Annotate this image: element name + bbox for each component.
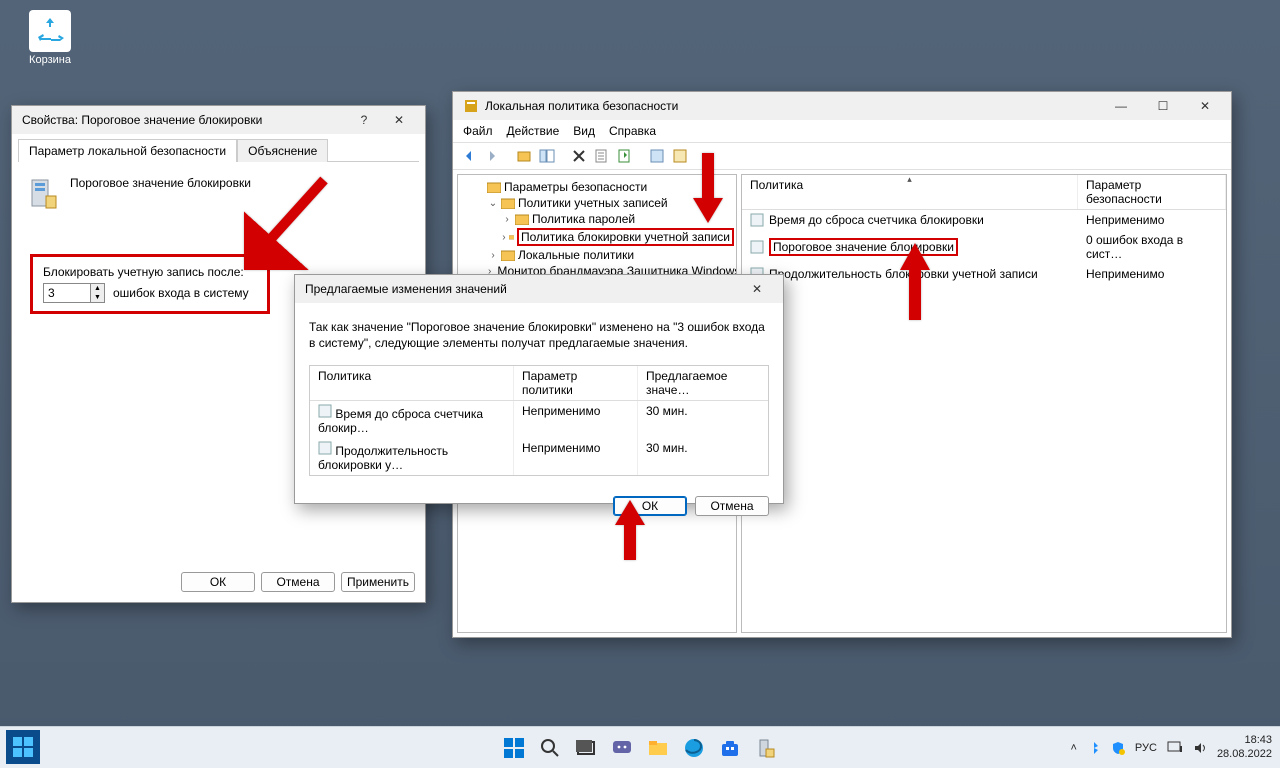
col-policy[interactable]: Политика▴ bbox=[742, 175, 1078, 209]
ok-button[interactable]: ОК bbox=[613, 496, 687, 516]
cancel-button[interactable]: Отмена bbox=[261, 572, 335, 592]
close-button[interactable]: ✕ bbox=[1185, 94, 1225, 118]
search-button[interactable] bbox=[536, 734, 564, 762]
context-help-button[interactable]: ? bbox=[351, 108, 377, 132]
th-policy[interactable]: Политика bbox=[310, 366, 514, 400]
minimize-button[interactable]: — bbox=[1101, 94, 1141, 118]
lockout-value-spinbox[interactable]: ▲▼ bbox=[43, 283, 105, 303]
tree-account-policies[interactable]: ⌄Политики учетных записей bbox=[488, 195, 734, 211]
policy-icon bbox=[318, 404, 332, 418]
suggested-changes-dialog: Предлагаемые изменения значений ✕ Так ка… bbox=[294, 274, 784, 504]
network-icon[interactable] bbox=[1167, 741, 1183, 755]
shield-icon bbox=[463, 98, 479, 114]
list-row[interactable]: Продолжительность блокировки учетной зап… bbox=[742, 264, 1226, 284]
secpol-toolbar bbox=[453, 143, 1231, 170]
list-row-selected[interactable]: Пороговое значение блокировки 0 ошибок в… bbox=[742, 230, 1226, 264]
help-button[interactable] bbox=[670, 146, 690, 166]
ok-button[interactable]: ОК bbox=[181, 572, 255, 592]
tree-lockout-policy[interactable]: ›Политика блокировки учетной записи bbox=[502, 227, 734, 247]
props-title: Свойства: Пороговое значение блокировки bbox=[22, 113, 262, 127]
policy-icon bbox=[750, 213, 764, 227]
apply-button[interactable]: Применить bbox=[341, 572, 415, 592]
task-view-button[interactable] bbox=[572, 734, 600, 762]
th-param[interactable]: Параметр политики bbox=[514, 366, 638, 400]
store-button[interactable] bbox=[716, 734, 744, 762]
delete-button[interactable] bbox=[569, 146, 589, 166]
cancel-button[interactable]: Отмена bbox=[695, 496, 769, 516]
table-row[interactable]: Время до сброса счетчика блокир… Неприме… bbox=[310, 401, 768, 438]
lockout-suffix: ошибок входа в систему bbox=[113, 286, 249, 300]
spin-up[interactable]: ▲ bbox=[91, 284, 104, 293]
explorer-button[interactable] bbox=[644, 734, 672, 762]
menu-file[interactable]: Файл bbox=[463, 124, 493, 138]
properties-button[interactable] bbox=[592, 146, 612, 166]
sugg-titlebar[interactable]: Предлагаемые изменения значений ✕ bbox=[295, 275, 783, 303]
maximize-button[interactable]: ☐ bbox=[1143, 94, 1183, 118]
secpol-menubar: Файл Действие Вид Справка bbox=[453, 120, 1231, 143]
export-button[interactable] bbox=[615, 146, 635, 166]
show-hide-tree-button[interactable] bbox=[537, 146, 557, 166]
tray-date: 28.08.2022 bbox=[1217, 748, 1272, 761]
close-button[interactable]: ✕ bbox=[379, 108, 419, 132]
security-shield-icon[interactable] bbox=[1111, 741, 1125, 755]
close-button[interactable]: ✕ bbox=[737, 277, 777, 301]
tree-root[interactable]: Параметры безопасности bbox=[474, 179, 734, 195]
taskbar: ˄ РУС 18:43 28.08.2022 bbox=[0, 726, 1280, 768]
secpol-title: Локальная политика безопасности bbox=[485, 99, 678, 113]
tree-local-policies[interactable]: ›Локальные политики bbox=[488, 247, 734, 263]
list-row[interactable]: Время до сброса счетчика блокировки Непр… bbox=[742, 210, 1226, 230]
sugg-message: Так как значение "Пороговое значение бло… bbox=[309, 319, 769, 351]
start-button[interactable] bbox=[500, 734, 528, 762]
tray-language[interactable]: РУС bbox=[1135, 742, 1157, 754]
col-param[interactable]: Параметр безопасности bbox=[1078, 175, 1226, 209]
sugg-table: Политика Параметр политики Предлагаемое … bbox=[309, 365, 769, 476]
up-button[interactable] bbox=[514, 146, 534, 166]
system-tray: ˄ РУС 18:43 28.08.2022 bbox=[1070, 734, 1272, 760]
sort-asc-icon: ▴ bbox=[907, 174, 912, 185]
forward-button[interactable] bbox=[482, 146, 502, 166]
spin-down[interactable]: ▼ bbox=[91, 293, 104, 302]
edge-button[interactable] bbox=[680, 734, 708, 762]
tray-time: 18:43 bbox=[1217, 734, 1272, 747]
refresh-button[interactable] bbox=[647, 146, 667, 166]
menu-view[interactable]: Вид bbox=[573, 124, 595, 138]
policy-icon bbox=[318, 441, 332, 455]
props-tabs: Параметр локальной безопасности Объяснен… bbox=[18, 138, 419, 162]
tray-chevron-icon[interactable]: ˄ bbox=[1070, 742, 1076, 754]
secpol-list: Политика▴ Параметр безопасности Время до… bbox=[741, 174, 1227, 633]
sugg-title: Предлагаемые изменения значений bbox=[305, 282, 507, 296]
secpol-taskbar-icon[interactable] bbox=[752, 734, 780, 762]
volume-icon[interactable] bbox=[1193, 741, 1207, 755]
back-button[interactable] bbox=[459, 146, 479, 166]
policy-icon bbox=[750, 240, 764, 254]
recycle-bin-icon bbox=[29, 10, 71, 52]
th-suggested[interactable]: Предлагаемое значе… bbox=[638, 366, 768, 400]
tab-local-security[interactable]: Параметр локальной безопасности bbox=[18, 139, 237, 162]
lockout-label: Блокировать учетную запись после: bbox=[43, 265, 257, 279]
server-icon bbox=[30, 176, 58, 210]
recycle-bin-label: Корзина bbox=[20, 54, 80, 66]
table-row[interactable]: Продолжительность блокировки у… Непримен… bbox=[310, 438, 768, 475]
lockout-value-input[interactable] bbox=[44, 284, 90, 302]
list-header: Политика▴ Параметр безопасности bbox=[742, 175, 1226, 210]
tray-clock[interactable]: 18:43 28.08.2022 bbox=[1217, 734, 1272, 760]
menu-help[interactable]: Справка bbox=[609, 124, 656, 138]
tab-explain[interactable]: Объяснение bbox=[237, 139, 328, 162]
props-heading: Пороговое значение блокировки bbox=[70, 176, 251, 190]
lockout-threshold-group: Блокировать учетную запись после: ▲▼ оши… bbox=[30, 254, 270, 314]
desktop-recycle-bin[interactable]: Корзина bbox=[20, 10, 80, 66]
tree-password-policy[interactable]: ›Политика паролей bbox=[502, 211, 734, 227]
chat-button[interactable] bbox=[608, 734, 636, 762]
menu-action[interactable]: Действие bbox=[507, 124, 560, 138]
props-titlebar[interactable]: Свойства: Пороговое значение блокировки … bbox=[12, 106, 425, 134]
secpol-titlebar[interactable]: Локальная политика безопасности — ☐ ✕ bbox=[453, 92, 1231, 120]
bluetooth-icon[interactable] bbox=[1087, 741, 1101, 755]
start-widgets-button[interactable] bbox=[6, 730, 40, 764]
